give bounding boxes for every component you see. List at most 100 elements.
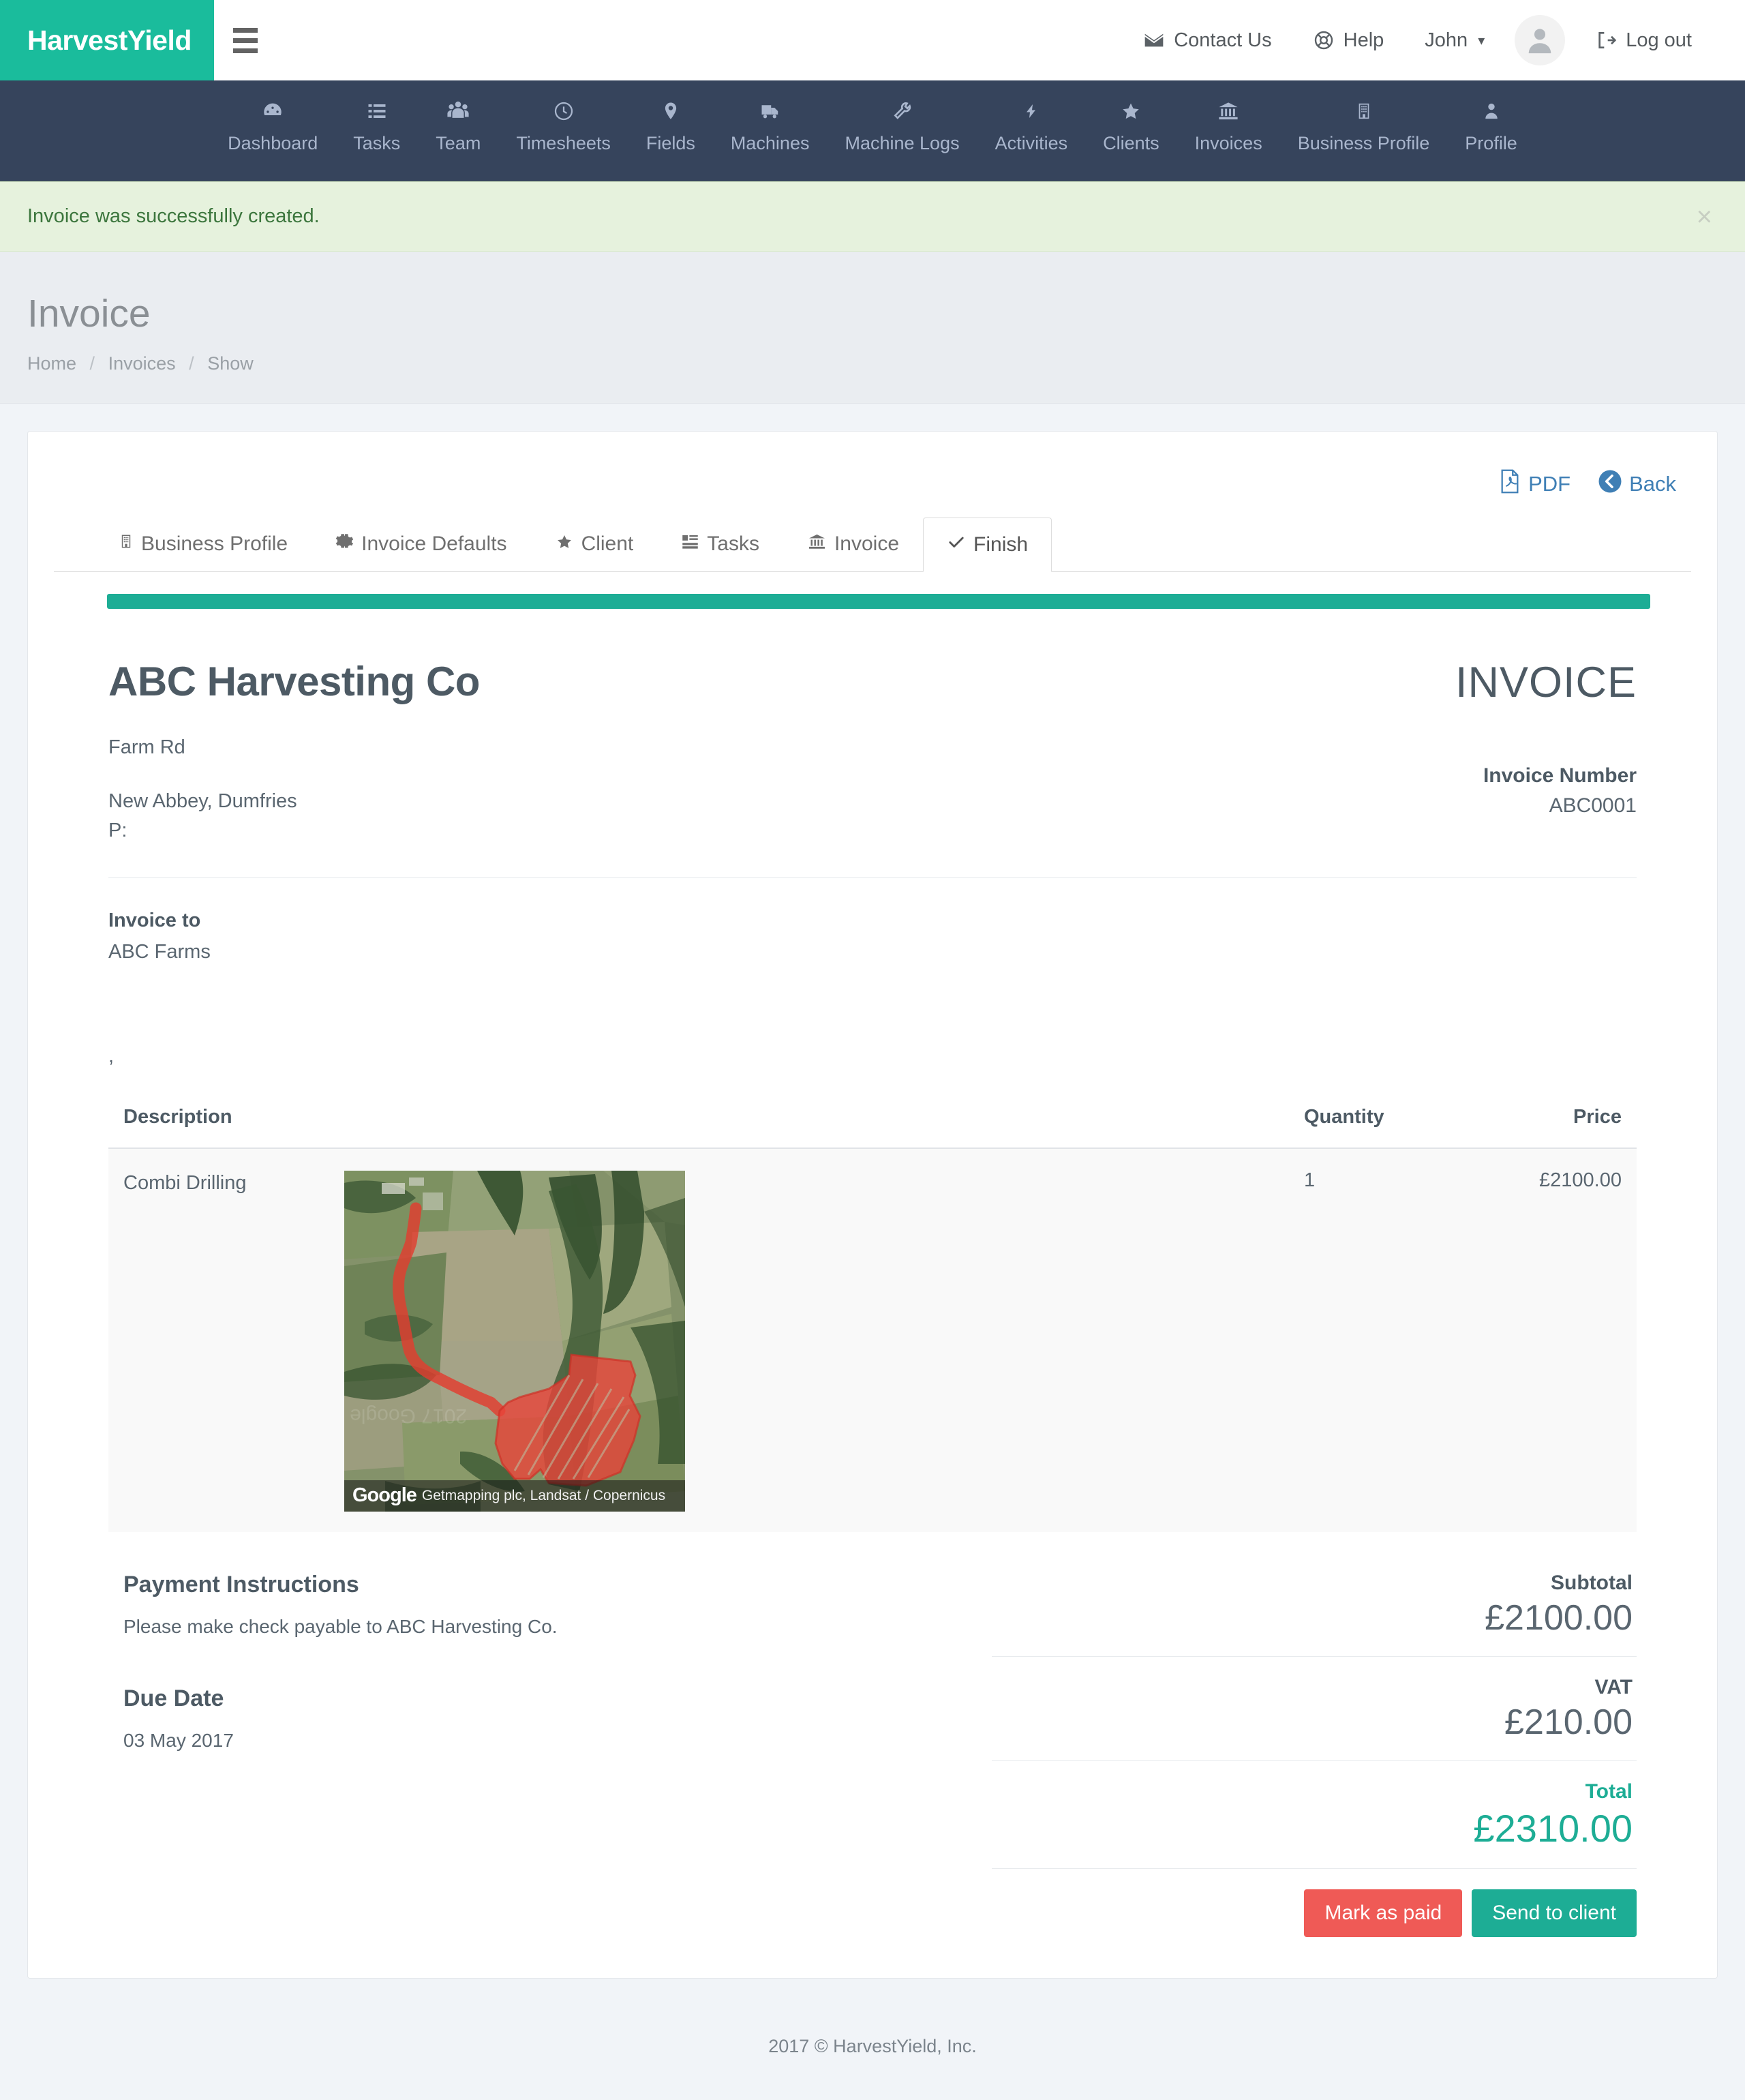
nav-item-dashboard[interactable]: Dashboard — [210, 98, 335, 154]
business-block: ABC Harvesting Co Farm Rd New Abbey, Dum… — [108, 658, 480, 842]
nav-item-business-profile[interactable]: Business Profile — [1280, 98, 1448, 154]
pdf-button[interactable]: PDF — [1498, 468, 1570, 500]
payment-column: Payment Instructions Please make check p… — [108, 1572, 965, 1937]
brand-name: HarvestYield — [27, 24, 192, 56]
nav-label: Invoices — [1194, 133, 1262, 153]
tab-client[interactable]: Client — [531, 517, 658, 572]
breadcrumb-invoices[interactable]: Invoices — [108, 353, 176, 374]
breadcrumb-separator: / — [189, 352, 194, 374]
subtotal-value: £2100.00 — [1485, 1597, 1633, 1638]
map-attribution-text: Getmapping plc, Landsat / Copernicus — [421, 1487, 666, 1503]
bank-icon — [807, 532, 827, 556]
wrench-icon — [892, 98, 913, 124]
server-icon — [681, 532, 699, 556]
tab-label: Finish — [973, 532, 1029, 556]
map-pin-icon — [661, 98, 681, 124]
divider — [108, 877, 1637, 878]
breadcrumb-home[interactable]: Home — [27, 353, 76, 374]
due-date-title: Due Date — [123, 1685, 224, 1711]
top-bar: HarvestYield Contact Us Help John ▾ Log … — [0, 0, 1745, 80]
page-footer: 2017 © HarvestYield, Inc. — [768, 2035, 977, 2056]
invoice-to-address: , — [108, 1045, 115, 1067]
total-block: Total £2310.00 — [991, 1760, 1637, 1868]
back-arrow-icon — [1598, 469, 1622, 499]
tab-label: Invoice — [834, 532, 900, 556]
back-button[interactable]: Back — [1598, 469, 1676, 499]
content-wrapper: PDF Back Business Profile Invoice Defaul… — [0, 404, 1745, 2006]
success-alert: Invoice was successfully created. × — [0, 181, 1745, 252]
contact-us-link[interactable]: Contact Us — [1123, 29, 1292, 52]
breadcrumb-separator: / — [89, 352, 95, 374]
nav-item-clients[interactable]: Clients — [1085, 98, 1177, 154]
star-icon — [1119, 98, 1142, 124]
clock-icon — [553, 98, 575, 124]
tab-tasks[interactable]: Tasks — [657, 517, 783, 572]
mark-as-paid-button[interactable]: Mark as paid — [1304, 1889, 1463, 1937]
nav-item-invoices[interactable]: Invoices — [1177, 98, 1280, 154]
nav-label: Clients — [1103, 133, 1159, 153]
tab-finish[interactable]: Finish — [923, 517, 1052, 572]
nav-item-machines[interactable]: Machines — [713, 98, 828, 154]
invoice-body: ABC Harvesting Co Farm Rd New Abbey, Dum… — [54, 609, 1691, 1937]
table-header-row: Description Quantity Price — [108, 1105, 1637, 1149]
invoice-action-buttons: Mark as paid Send to client — [991, 1867, 1637, 1937]
nav-label: Fields — [646, 133, 695, 153]
tab-label: Tasks — [707, 532, 759, 556]
progress-bar — [107, 593, 1650, 609]
totals-column: Subtotal £2100.00 VAT £210.00 Total £231… — [991, 1571, 1637, 1937]
nav-item-activities[interactable]: Activities — [977, 98, 1086, 154]
tab-invoice-defaults[interactable]: Invoice Defaults — [312, 517, 530, 572]
nav-item-timesheets[interactable]: Timesheets — [498, 98, 628, 154]
check-icon — [947, 533, 966, 556]
nav-item-machine-logs[interactable]: Machine Logs — [827, 98, 977, 154]
avatar[interactable] — [1515, 15, 1566, 65]
nav-item-tasks[interactable]: Tasks — [335, 98, 418, 154]
card-actions: PDF Back — [54, 459, 1691, 516]
breadcrumb-show[interactable]: Show — [207, 353, 254, 374]
google-logo: Google — [352, 1484, 417, 1507]
building-icon — [119, 532, 134, 556]
menu-toggle-icon[interactable] — [214, 0, 277, 80]
brand-logo[interactable]: HarvestYield — [0, 0, 214, 80]
alert-message: Invoice was successfully created. — [27, 205, 320, 227]
tab-business-profile[interactable]: Business Profile — [95, 516, 312, 572]
dashboard-icon — [261, 98, 284, 124]
invoice-meta-block: INVOICE Invoice Number ABC0001 — [1455, 658, 1637, 817]
subtotal-label: Subtotal — [1551, 1571, 1633, 1594]
cell-quantity: 1 — [1289, 1148, 1459, 1532]
nav-label: Machine Logs — [845, 133, 960, 153]
tab-invoice[interactable]: Invoice — [783, 517, 923, 572]
main-navigation: Dashboard Tasks Team Timesheets Fields M… — [0, 80, 1745, 181]
nav-item-profile[interactable]: Profile — [1447, 98, 1535, 154]
envelope-icon — [1143, 29, 1165, 51]
nav-item-fields[interactable]: Fields — [628, 98, 713, 154]
user-menu[interactable]: John ▾ — [1404, 29, 1505, 52]
page-header: Invoice Home / Invoices / Show — [0, 252, 1745, 404]
line-items-table: Description Quantity Price Combi Drillin… — [108, 1105, 1637, 1532]
users-icon — [446, 98, 470, 124]
gear-icon — [335, 532, 354, 556]
invoice-to-name: ABC Farms — [108, 940, 211, 963]
send-to-client-button[interactable]: Send to client — [1472, 1889, 1637, 1937]
truck-icon — [759, 98, 782, 124]
building-icon — [1355, 98, 1373, 124]
cell-description: Combi Drilling 2017 Google Google Getmap… — [108, 1148, 1289, 1532]
person-icon — [1482, 98, 1501, 124]
logout-icon — [1595, 29, 1617, 51]
th-price: Price — [1459, 1105, 1637, 1149]
invoice-heading: INVOICE — [1455, 658, 1637, 706]
nav-label: Tasks — [353, 133, 401, 153]
nav-label: Timesheets — [516, 133, 611, 153]
line-item-description: Combi Drilling — [123, 1171, 247, 1194]
nav-label: Profile — [1465, 133, 1517, 153]
chevron-down-icon: ▾ — [1478, 33, 1485, 48]
help-link[interactable]: Help — [1292, 29, 1405, 52]
close-icon[interactable]: × — [1697, 203, 1712, 230]
vat-label: VAT — [1594, 1675, 1633, 1698]
business-name: ABC Harvesting Co — [108, 658, 480, 704]
nav-item-team[interactable]: Team — [418, 98, 498, 154]
nav-label: Team — [436, 133, 481, 153]
logout-link[interactable]: Log out — [1575, 29, 1712, 52]
bolt-icon — [1023, 98, 1040, 124]
star-icon — [555, 532, 574, 556]
